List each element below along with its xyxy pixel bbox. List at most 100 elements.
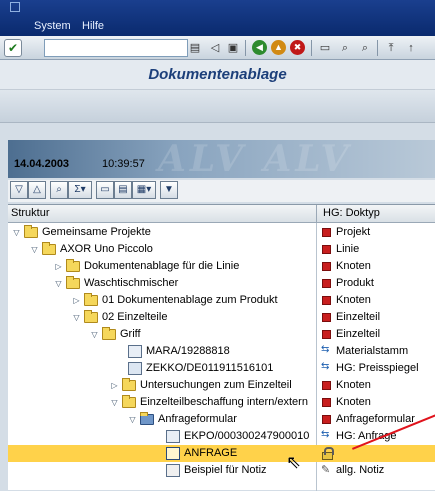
cancel-icon[interactable]: ✖ xyxy=(290,40,305,55)
tree-row[interactable]: ▽ 02 Einzelteile Einzelteil xyxy=(8,309,435,326)
paperclip-icon: ✎ xyxy=(321,464,331,476)
folder-icon xyxy=(84,310,98,323)
tree-row[interactable]: MARA/19288818 ⇆ Materialstamm xyxy=(8,343,435,360)
folder-icon xyxy=(42,242,56,255)
node-type: Projekt xyxy=(336,226,371,238)
document-type-icon xyxy=(322,381,331,390)
node-type: Knoten xyxy=(336,294,371,306)
tree-row[interactable]: ▽ AXOR Uno Piccolo Linie xyxy=(8,241,435,258)
folder-icon xyxy=(84,293,98,306)
form-folder-icon xyxy=(140,412,154,425)
enter-check-icon[interactable]: ✔ xyxy=(4,39,22,57)
node-label: Untersuchungen zum Einzelteil xyxy=(140,379,292,391)
menu-system[interactable]: System xyxy=(34,20,71,32)
tree-row[interactable]: ▽ Griff Einzelteil xyxy=(8,326,435,343)
toolbar-divider xyxy=(245,40,246,56)
print-icon[interactable]: ▭ xyxy=(316,39,334,57)
tree-row[interactable]: ▷ Dokumentenablage für die Linie Knoten xyxy=(8,258,435,275)
folder-icon xyxy=(122,395,136,408)
document-type-icon xyxy=(322,415,331,424)
expand-icon[interactable]: ▷ xyxy=(54,262,63,271)
sort-descending-icon[interactable]: △ xyxy=(28,181,46,199)
node-label: Anfrageformular xyxy=(158,413,237,425)
tree-row[interactable]: ▷ Untersuchungen zum Einzelteil Knoten xyxy=(8,377,435,394)
node-label: Dokumentenablage für die Linie xyxy=(84,260,240,272)
standard-toolbar: ✔ ▤ ◁ ▣ ◀ ▲ ✖ ▭ ⌕ ⌕ ⤒ ↑ xyxy=(0,36,435,60)
toolbar-divider xyxy=(311,40,312,56)
application-toolbar xyxy=(0,90,435,123)
expand-icon[interactable]: ▷ xyxy=(110,381,119,390)
collapse-icon[interactable]: ▽ xyxy=(128,415,137,424)
column-header-doktyp[interactable]: HG: Doktyp xyxy=(323,207,380,219)
sum-icon[interactable]: Σ▾ xyxy=(68,181,92,199)
document-type-icon xyxy=(322,330,331,339)
node-type: HG: Anfrage xyxy=(336,430,397,442)
header-date: 14.04.2003 xyxy=(14,158,70,170)
back-icon[interactable]: ◀ xyxy=(252,40,267,55)
folder-icon xyxy=(66,276,80,289)
folder-icon xyxy=(122,378,136,391)
save-icon[interactable]: ▣ xyxy=(224,39,242,57)
exit-icon[interactable]: ▲ xyxy=(271,40,286,55)
lock-icon xyxy=(322,447,334,460)
previous-icon[interactable]: ◁ xyxy=(206,39,224,57)
sap-system-icon[interactable] xyxy=(10,2,20,12)
note-icon xyxy=(166,464,180,477)
document-type-icon xyxy=(322,296,331,305)
folder-icon xyxy=(24,225,38,238)
collapse-icon[interactable]: ▽ xyxy=(30,245,39,254)
collapse-icon[interactable]: ▽ xyxy=(54,279,63,288)
node-type: allg. Notiz xyxy=(336,464,385,476)
document-icon xyxy=(166,447,180,460)
node-label: Beispiel für Notiz xyxy=(184,464,267,476)
link-icon: ⇆ xyxy=(321,361,330,372)
document-type-icon xyxy=(322,398,331,407)
expand-icon[interactable]: ▷ xyxy=(72,296,81,305)
tree-row[interactable]: Beispiel für Notiz ✎ allg. Notiz xyxy=(8,462,435,479)
node-type: Einzelteil xyxy=(336,328,381,340)
link-icon: ⇆ xyxy=(321,344,330,355)
first-page-icon[interactable]: ⤒ xyxy=(382,39,400,57)
filter-icon[interactable]: ▼ xyxy=(160,181,178,199)
menu-hilfe[interactable]: Hilfe xyxy=(82,20,104,32)
tree-row-selected[interactable]: ANFRAGE xyxy=(8,445,435,462)
node-type: Produkt xyxy=(336,277,374,289)
node-type: Knoten xyxy=(336,260,371,272)
print-icon[interactable]: ▭ xyxy=(96,181,114,199)
tree-header: Struktur HG: Doktyp xyxy=(8,205,435,223)
collapse-icon[interactable]: ▽ xyxy=(110,398,119,407)
node-label: Waschtischmischer xyxy=(84,277,179,289)
tree-row[interactable]: ▽ Gemeinsame Projekte Projekt xyxy=(8,224,435,241)
column-header-struktur[interactable]: Struktur xyxy=(11,207,50,219)
collapse-icon[interactable]: ▽ xyxy=(72,313,81,322)
collapse-icon[interactable]: ▽ xyxy=(12,228,21,237)
previous-page-icon[interactable]: ↑ xyxy=(402,39,420,57)
folder-icon xyxy=(102,327,116,340)
node-type: Einzelteil xyxy=(336,311,381,323)
node-label: 01 Dokumentenablage zum Produkt xyxy=(102,294,278,306)
find-icon[interactable]: ⌕ xyxy=(336,39,354,57)
view-icon[interactable]: ▤ xyxy=(114,181,132,199)
node-label: Griff xyxy=(120,328,141,340)
node-label: EKPO/000300247900010 xyxy=(184,430,310,442)
command-history-icon[interactable]: ▤ xyxy=(186,39,204,57)
node-label: Gemeinsame Projekte xyxy=(42,226,151,238)
sort-ascending-icon[interactable]: ▽ xyxy=(10,181,28,199)
tree-row[interactable]: ▽ Einzelteilbeschaffung intern/extern Kn… xyxy=(8,394,435,411)
find-icon[interactable]: ⌕ xyxy=(50,181,68,199)
tree-row[interactable]: ▽ Anfrageformular Anfrageformular xyxy=(8,411,435,428)
node-label: Einzelteilbeschaffung intern/extern xyxy=(140,396,308,408)
node-label: ZEKKO/DE011911516101 xyxy=(146,362,274,374)
tree-row[interactable]: ▽ Waschtischmischer Produkt xyxy=(8,275,435,292)
node-type: Anfrageformular xyxy=(336,413,415,425)
find-next-icon[interactable]: ⌕ xyxy=(356,39,374,57)
layout-icon[interactable]: ▦▾ xyxy=(132,181,156,199)
command-field[interactable] xyxy=(44,39,188,57)
collapse-icon[interactable]: ▽ xyxy=(90,330,99,339)
tree-row[interactable]: ZEKKO/DE011911516101 ⇆ HG: Preisspiegel xyxy=(8,360,435,377)
node-type: HG: Preisspiegel xyxy=(336,362,419,374)
header-time: 10:39:57 xyxy=(102,158,145,170)
tree-row[interactable]: ▷ 01 Dokumentenablage zum Produkt Knoten xyxy=(8,292,435,309)
node-type: Linie xyxy=(336,243,360,255)
title-bar: Dokumentenablage xyxy=(0,60,435,90)
